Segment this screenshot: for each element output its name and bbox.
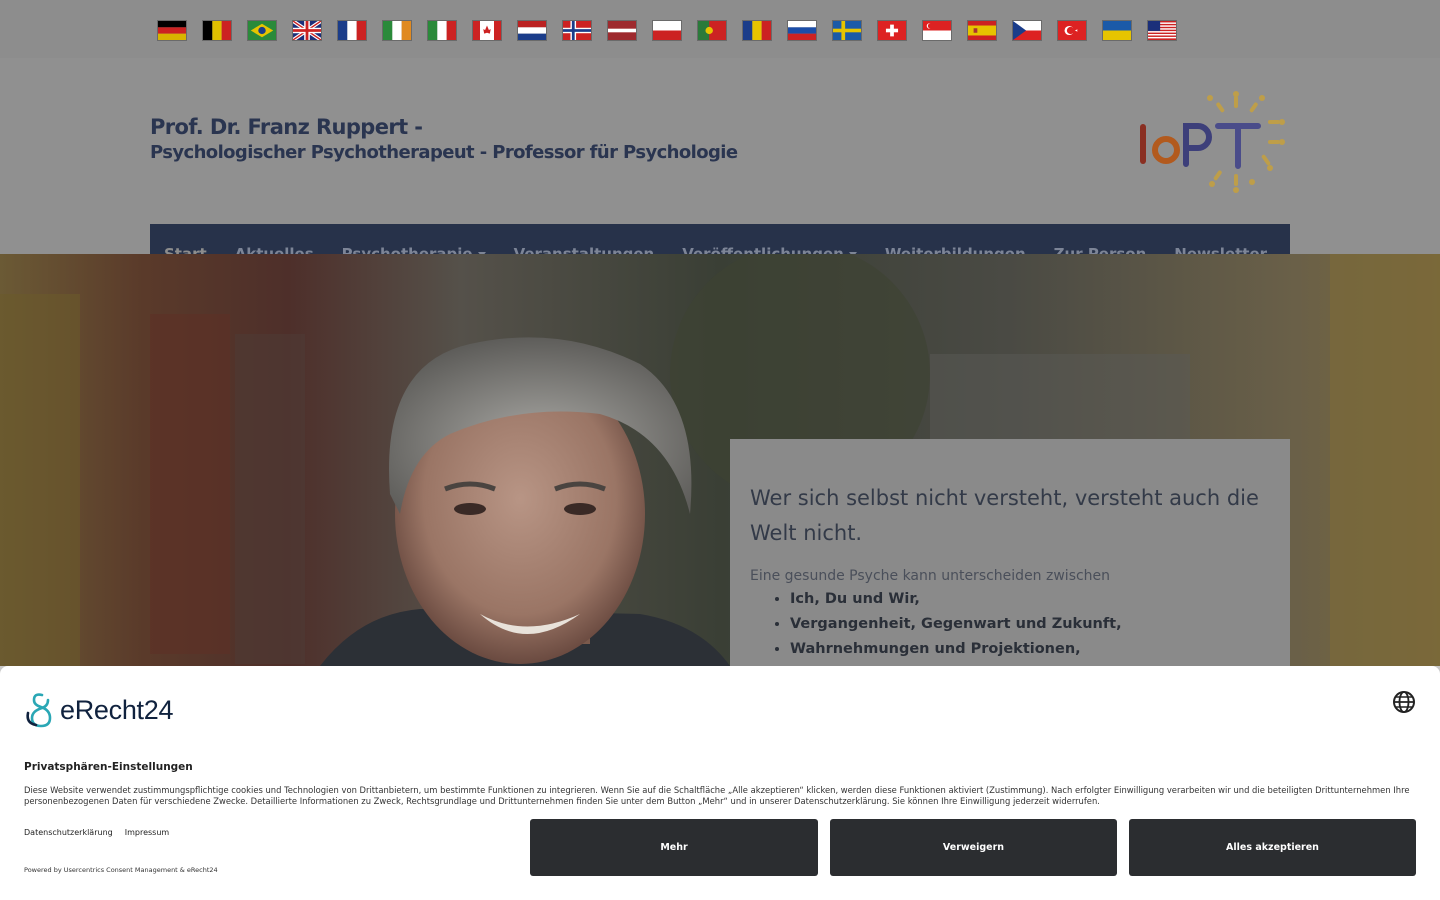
flag-netherlands[interactable] bbox=[517, 20, 547, 41]
erecht24-logo: eRecht24 bbox=[24, 690, 173, 730]
consent-text: Diese Website verwendet zustimmungspflic… bbox=[24, 785, 1410, 806]
language-globe-icon[interactable] bbox=[1392, 690, 1416, 714]
quote-list-item: Wahrnehmungen und Projektionen, bbox=[790, 637, 1270, 662]
flag-turkey[interactable] bbox=[1057, 20, 1087, 41]
flag-latvia[interactable] bbox=[607, 20, 637, 41]
iopt-logo[interactable] bbox=[1136, 86, 1292, 196]
flag-usa[interactable] bbox=[1147, 20, 1177, 41]
quote-title: Wer sich selbst nicht versteht, versteht… bbox=[750, 486, 1259, 545]
imprint-link[interactable]: Impressum bbox=[125, 828, 169, 837]
flag-brazil[interactable] bbox=[247, 20, 277, 41]
flag-canada[interactable] bbox=[472, 20, 502, 41]
flag-ireland[interactable] bbox=[382, 20, 412, 41]
iopt-logo-graphic bbox=[1140, 91, 1285, 193]
flag-romania[interactable] bbox=[742, 20, 772, 41]
quote-card: Wer sich selbst nicht versteht, versteht… bbox=[730, 439, 1290, 679]
erecht24-brand: eRecht24 bbox=[60, 694, 174, 725]
erecht24-icon bbox=[26, 693, 52, 728]
flag-france[interactable] bbox=[337, 20, 367, 41]
flag-czech[interactable] bbox=[1012, 20, 1042, 41]
powered-by: Powered by Usercentrics Consent Manageme… bbox=[24, 866, 218, 874]
flag-singapore[interactable] bbox=[922, 20, 952, 41]
quote-list: Ich, Du und Wir,Vergangenheit, Gegenwart… bbox=[750, 587, 1270, 662]
consent-title: Privatsphären-Einstellungen bbox=[24, 761, 193, 773]
flag-italy[interactable] bbox=[427, 20, 457, 41]
site-subtitle: Psychologischer Psychotherapeut - Profes… bbox=[150, 142, 738, 163]
accept-all-button[interactable]: Alles akzeptieren bbox=[1129, 819, 1416, 876]
more-button[interactable]: Mehr bbox=[530, 819, 818, 876]
site-name: Prof. Dr. Franz Ruppert - bbox=[150, 115, 423, 139]
quote-list-item: Ich, Du und Wir, bbox=[790, 587, 1270, 612]
flag-belgium[interactable] bbox=[202, 20, 232, 41]
site-title[interactable]: Prof. Dr. Franz Ruppert - Psychologische… bbox=[150, 115, 738, 163]
consent-links: Datenschutzerklärung Impressum bbox=[24, 828, 169, 837]
flag-ukraine[interactable] bbox=[1102, 20, 1132, 41]
flag-portugal[interactable] bbox=[697, 20, 727, 41]
deny-button[interactable]: Verweigern bbox=[830, 819, 1117, 876]
flag-sweden[interactable] bbox=[832, 20, 862, 41]
flag-spain[interactable] bbox=[967, 20, 997, 41]
language-flag-bar bbox=[0, 0, 1440, 58]
quote-list-item: Vergangenheit, Gegenwart und Zukunft, bbox=[790, 612, 1270, 637]
flag-poland[interactable] bbox=[652, 20, 682, 41]
flag-uk[interactable] bbox=[292, 20, 322, 41]
flag-germany[interactable] bbox=[157, 20, 187, 41]
flag-list bbox=[157, 20, 1177, 41]
flag-norway[interactable] bbox=[562, 20, 592, 41]
flag-russia[interactable] bbox=[787, 20, 817, 41]
quote-lead: Eine gesunde Psyche kann unterscheiden z… bbox=[750, 568, 1111, 584]
flag-switzerland[interactable] bbox=[877, 20, 907, 41]
cookie-consent-banner: eRecht24 Privatsphären-Einstellungen Die… bbox=[0, 666, 1440, 900]
privacy-policy-link[interactable]: Datenschutzerklärung bbox=[24, 828, 113, 837]
